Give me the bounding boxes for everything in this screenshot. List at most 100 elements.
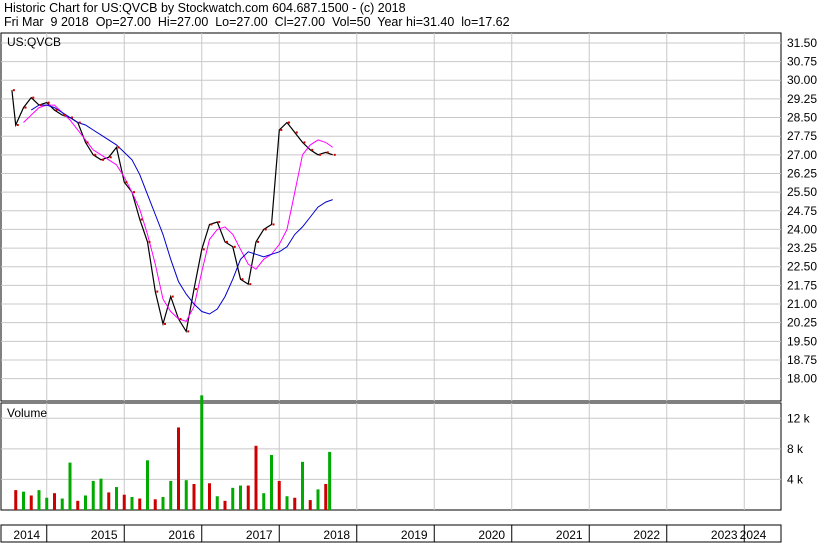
close-marker — [156, 290, 159, 293]
close-marker — [109, 156, 112, 159]
volume-bar — [239, 485, 242, 510]
volume-bar — [99, 478, 103, 510]
year-tick-label: 2016 — [168, 528, 195, 542]
price-tick-label: 18.00 — [787, 372, 817, 386]
volume-bar — [107, 492, 111, 510]
price-tick-label: 20.25 — [787, 316, 817, 330]
close-marker — [241, 278, 244, 281]
close-marker — [257, 240, 259, 243]
close-marker — [140, 218, 143, 221]
volume-bar — [192, 484, 196, 510]
volume-bar — [53, 493, 56, 510]
close-marker — [40, 104, 42, 107]
close-marker — [12, 89, 15, 92]
year-tick-label: 2024 — [740, 528, 767, 542]
volume-bar — [177, 427, 180, 510]
price-axis: 31.50 30.75 30.00 29.25 28.50 27.75 27.00 26.25… — [787, 36, 817, 386]
close-marker — [179, 317, 182, 320]
volume-bar — [60, 498, 64, 510]
volume-bar — [146, 460, 149, 510]
close-marker — [24, 106, 27, 109]
volume-bar — [328, 451, 332, 510]
price-tick-label: 24.00 — [787, 222, 817, 236]
close-marker — [249, 283, 252, 286]
volume-bar — [84, 495, 87, 510]
close-marker — [195, 288, 197, 291]
close-marker — [226, 240, 228, 243]
volume-bar — [293, 497, 297, 510]
volume-bar — [161, 497, 165, 510]
price-tick-label: 27.75 — [787, 129, 817, 143]
year-tick-label: 2014 — [13, 528, 40, 542]
close-marker — [326, 151, 329, 154]
year-tick-label: 2017 — [246, 528, 273, 542]
volume-bar — [14, 490, 18, 510]
close-marker — [202, 248, 205, 251]
volume-bar — [208, 483, 211, 510]
close-marker — [319, 153, 321, 156]
volume-bar — [130, 497, 134, 510]
volume-bar — [22, 491, 25, 510]
volume-tick-label: 12 k — [787, 411, 811, 425]
close-marker — [125, 181, 128, 184]
price-tick-label: 27.00 — [787, 148, 817, 162]
close-marker — [94, 153, 97, 156]
close-marker — [210, 223, 213, 226]
close-marker — [288, 121, 290, 124]
price-tick-label: 29.25 — [787, 92, 817, 106]
close-marker — [16, 124, 19, 126]
volume-bar — [308, 500, 312, 510]
volume-bar — [153, 499, 157, 510]
close-marker — [86, 141, 89, 144]
volume-bar — [122, 494, 126, 510]
close-marker — [264, 228, 267, 231]
volume-bar — [254, 445, 258, 510]
volume-bar — [184, 480, 188, 510]
volume-tick-label: 4 k — [787, 472, 804, 486]
close-marker — [233, 245, 236, 248]
close-marker — [311, 148, 314, 151]
price-panel-frame — [0, 32, 782, 402]
price-tick-label: 21.75 — [787, 278, 817, 292]
close-marker — [32, 96, 35, 99]
close-marker — [164, 322, 166, 325]
volume-bar — [76, 500, 80, 510]
volume-bar — [215, 496, 219, 510]
year-tick-label: 2023 — [711, 528, 738, 542]
volume-bar — [138, 498, 142, 510]
volume-bar — [277, 480, 281, 510]
price-tick-label: 19.50 — [787, 334, 817, 348]
year-tick-label: 2021 — [556, 528, 583, 542]
close-marker — [102, 158, 104, 161]
price-tick-label: 22.50 — [787, 260, 817, 274]
volume-bar — [223, 500, 227, 510]
close-marker — [133, 191, 135, 194]
volume-bar — [285, 496, 289, 510]
close-marker — [117, 146, 120, 149]
volume-bar — [324, 484, 328, 510]
year-tick-label: 2022 — [633, 528, 660, 542]
volume-bar — [169, 480, 173, 510]
price-tick-label: 31.50 — [787, 36, 817, 50]
close-marker — [63, 114, 66, 117]
volume-bar — [45, 497, 49, 510]
price-tick-label: 30.75 — [787, 55, 817, 69]
volume-bar — [301, 461, 304, 510]
volume-bar — [29, 495, 33, 510]
price-tick-label: 30.00 — [787, 73, 817, 87]
volume-bar — [316, 489, 320, 510]
close-marker — [303, 141, 306, 144]
close-marker — [55, 109, 58, 112]
volume-bar — [115, 487, 118, 510]
volume-bar — [68, 462, 72, 510]
close-marker — [295, 131, 298, 134]
close-marker — [71, 116, 73, 119]
price-tick-label: 28.50 — [787, 111, 817, 125]
year-tick-label: 2020 — [478, 528, 505, 542]
volume-bar — [91, 480, 95, 510]
close-marker — [78, 121, 81, 124]
price-tick-label: 18.75 — [787, 353, 817, 367]
price-tick-label: 21.00 — [787, 297, 817, 311]
volume-bar — [262, 493, 266, 510]
volume-bar — [200, 395, 204, 510]
